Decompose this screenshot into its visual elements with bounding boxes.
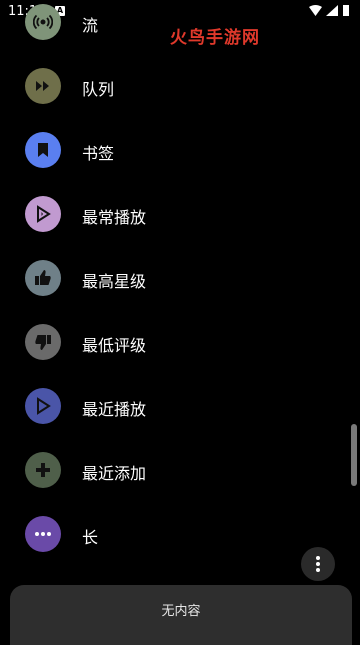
more-vertical-icon-dot: [316, 568, 320, 572]
bookmark-icon: [25, 132, 61, 168]
thumbs-up-icon: [25, 260, 61, 296]
menu-item-recently-added[interactable]: 最近添加: [0, 438, 340, 502]
menu-item-bookmarks[interactable]: 书签: [0, 118, 340, 182]
more-vertical-icon: [316, 556, 320, 560]
menu-item-queue[interactable]: 队列: [0, 54, 340, 118]
radio-broadcast-icon: [25, 4, 61, 40]
battery-icon: [343, 5, 349, 16]
recent-play-icon: [25, 388, 61, 424]
menu-item-lowest-rated[interactable]: 最低评级: [0, 310, 340, 374]
menu-item-label: 队列: [82, 80, 115, 99]
more-vertical-icon-dot: [316, 562, 320, 566]
overflow-menu-button[interactable]: [301, 547, 335, 581]
menu-item-label: 最高星级: [82, 272, 147, 291]
play-star-icon: [25, 196, 61, 232]
menu-item-label: 最近添加: [82, 464, 147, 483]
menu-item-stream[interactable]: 流: [0, 0, 340, 54]
menu-item-label: 最近播放: [82, 400, 147, 419]
empty-message: 无内容: [161, 604, 201, 619]
more-horizontal-icon: [25, 516, 61, 552]
menu-item-most-played[interactable]: 最常播放: [0, 182, 340, 246]
menu-item-label: 流: [82, 16, 99, 35]
menu-item-label: 最低评级: [82, 336, 147, 355]
menu-item-label: 最常播放: [82, 208, 147, 227]
menu-item-label: 书签: [82, 144, 115, 163]
menu-item-recently-played[interactable]: 最近播放: [0, 374, 340, 438]
now-playing-bar[interactable]: 无内容: [10, 585, 352, 645]
menu-item-long[interactable]: 长: [0, 502, 340, 566]
scrollbar-thumb[interactable]: [351, 424, 357, 486]
fast-forward-icon: [25, 68, 61, 104]
menu-item-label: 长: [82, 528, 99, 547]
plus-icon: [25, 452, 61, 488]
menu-item-top-rated[interactable]: 最高星级: [0, 246, 340, 310]
thumbs-down-icon: [25, 324, 61, 360]
